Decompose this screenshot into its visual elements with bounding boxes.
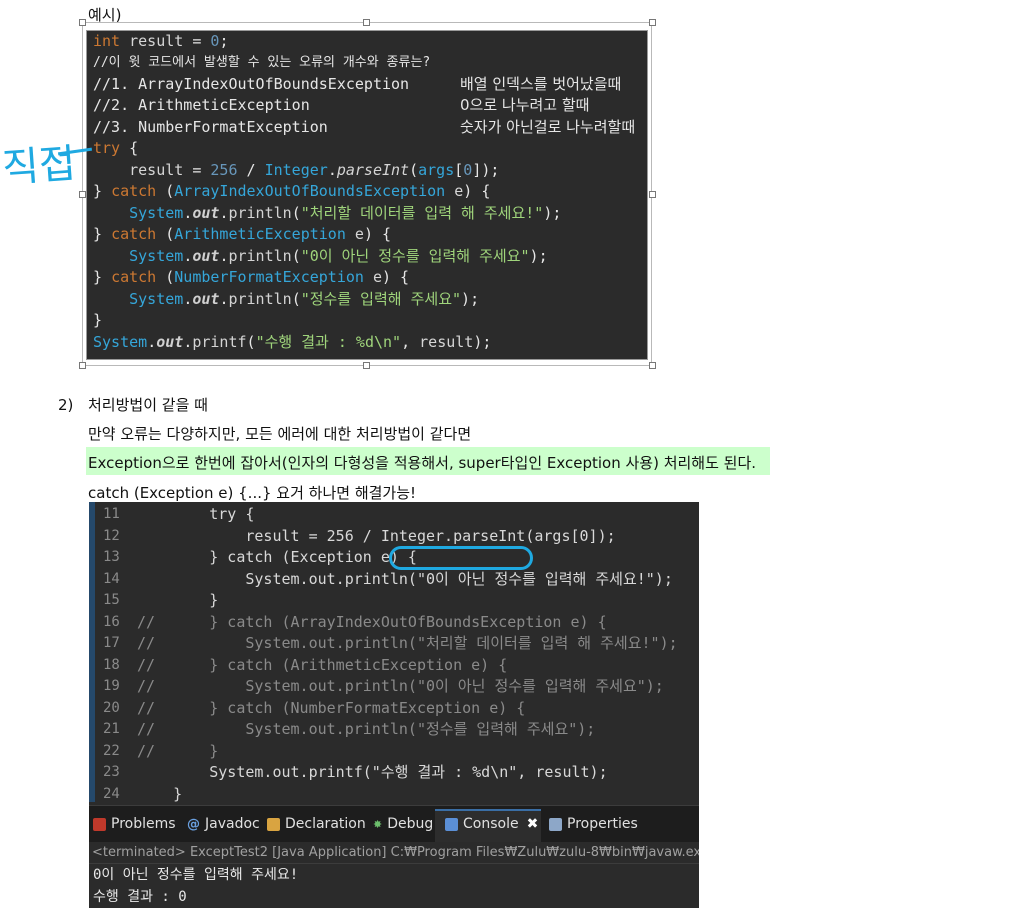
code-text: System.out.println("0이 아닌 정수를 입력해 주세요!")… (137, 569, 673, 588)
editor-line: 17 // System.out.println("처리할 데이터를 입력 해 주… (89, 633, 699, 655)
editor-line: 22 // } (89, 741, 699, 763)
tab-debug[interactable]: ✸ Debug (373, 816, 433, 832)
line-number: 17 (103, 635, 120, 651)
code-line: try { (93, 139, 139, 157)
handwritten-circle (389, 546, 533, 570)
code-line: System.out.println("처리할 데이터를 입력 해 주세요!")… (129, 204, 562, 222)
code-line: } catch (ArithmeticException e) { (93, 225, 392, 243)
code-text: } (137, 784, 183, 803)
code-comment: //2. ArithmeticException (93, 96, 310, 114)
code-text: // System.out.println("정수를 입력해 주세요"); (137, 720, 596, 738)
tab-console[interactable]: Console ✖ (445, 816, 538, 832)
code-text: // } catch (ArrayIndexOutOfBoundsExcepti… (137, 612, 607, 631)
editor-line: 21 // System.out.println("정수를 입력해 주세요"); (89, 719, 699, 741)
editor-line: 16 // } catch (ArrayIndexOutOfBoundsExcep… (89, 612, 699, 634)
problems-icon (93, 817, 106, 831)
line-number: 13 (103, 549, 120, 565)
code-comment: //1. ArrayIndexOutOfBoundsException (93, 75, 410, 93)
tab-properties[interactable]: Properties (549, 816, 638, 832)
resize-handle[interactable] (649, 362, 656, 369)
line-number: 22 (103, 742, 120, 759)
code-line: System.out.println("0이 아닌 정수를 입력해 주세요"); (129, 247, 548, 265)
resize-handle[interactable] (79, 362, 86, 369)
tab-label: Declaration (285, 816, 366, 832)
line-number: 19 (103, 678, 120, 694)
tab-problems[interactable]: Problems (93, 816, 176, 832)
body-line: 만약 오류는 다양하지만, 모든 에러에 대한 처리방법이 같다면 (88, 425, 472, 443)
section-title: 처리방법이 같을 때 (88, 396, 208, 414)
resize-handle[interactable] (649, 191, 656, 198)
line-number: 16 (103, 613, 120, 630)
code-line: int result = 0; (93, 32, 229, 50)
resize-handle[interactable] (649, 19, 656, 26)
editor-line: 18 // } catch (ArithmeticException e) { (89, 655, 699, 677)
editor-line: 23 System.out.printf("수행 결과 : %d\n", res… (89, 762, 699, 784)
editor-line: 12 result = 256 / Integer.parseInt(args[… (89, 526, 699, 548)
line-number: 24 (103, 785, 120, 802)
code-text: // } (137, 741, 219, 760)
code-text: System.out.printf("수행 결과 : %d\n", result… (137, 763, 608, 781)
code-text: result = 256 / Integer.parseInt(args[0])… (137, 526, 616, 545)
console-status-line: <terminated> ExceptTest2 [Java Applicati… (89, 842, 699, 864)
console-output-line: 0이 아닌 정수를 입력해 주세요! (93, 867, 299, 883)
line-number: 15 (103, 592, 120, 608)
code-line: } catch (NumberFormatException e) { (93, 268, 410, 286)
code-comment: //3. NumberFormatException (93, 118, 328, 136)
handwritten-note: 직접 (0, 140, 78, 192)
code-line: result = 256 / Integer.parseInt(args[0])… (129, 161, 500, 179)
tab-label: Console (463, 816, 519, 832)
line-number: 14 (103, 570, 120, 587)
line-number: 23 (103, 764, 120, 780)
javadoc-icon: @ (187, 816, 200, 832)
tab-declaration[interactable]: Declaration (267, 816, 366, 832)
code-line: } catch (ArrayIndexOutOfBoundsException … (93, 182, 491, 200)
code-text: // } catch (ArithmeticException e) { (137, 655, 508, 674)
editor-line: 19 // System.out.println("0이 아닌 정수를 입력해 주… (89, 676, 699, 698)
declaration-icon (267, 817, 280, 831)
editor-line: 24 } (89, 784, 699, 806)
tab-label: Debug (387, 816, 434, 832)
properties-icon (549, 817, 562, 831)
code-line: System.out.printf("수행 결과 : %d\n", result… (93, 333, 492, 351)
section-number: 2) (58, 396, 74, 414)
tab-label: Problems (111, 816, 176, 832)
code-comment: //이 윗 코드에서 발생할 수 있는 오류의 개수와 종류는? (93, 55, 431, 70)
tab-javadoc[interactable]: @ Javadoc (187, 816, 260, 832)
line-number: 18 (103, 656, 120, 673)
code-text: } (137, 591, 219, 609)
editor-line: 11 try { (89, 504, 699, 526)
console-icon (445, 817, 458, 831)
line-number: 21 (103, 721, 120, 737)
line-number: 20 (103, 699, 120, 716)
view-tab-bar: Problems @ Javadoc Declaration ✸ Debug C… (89, 805, 699, 843)
debug-icon: ✸ (373, 817, 383, 831)
editor-line: 15 } (89, 590, 699, 612)
code-line: System.out.println("정수를 입력해 주세요"); (129, 290, 480, 308)
console-output-line: 수행 결과 : 0 (93, 889, 187, 905)
note-text: 배열 인덱스를 벗어났을때 (460, 75, 622, 93)
close-icon[interactable]: ✖ (527, 816, 539, 832)
tab-label: Javadoc (205, 816, 260, 832)
body-line-highlighted: Exception으로 한번에 잡아서(인자의 다형성을 적용해서, super… (88, 454, 757, 472)
ide-screenshot: 11 try {12 result = 256 / Integer.parseI… (89, 502, 699, 908)
note-text: 0으로 나누려고 할때 (460, 96, 590, 114)
resize-handle[interactable] (363, 19, 370, 26)
line-number: 11 (103, 506, 120, 522)
editor-line: 20 // } catch (NumberFormatException e) { (89, 698, 699, 720)
code-line: } (93, 311, 103, 329)
code-text: try { (137, 505, 255, 523)
code-text: // System.out.println("0이 아닌 정수를 입력해 주세요… (137, 677, 664, 695)
editor-line: 14 System.out.println("0이 아닌 정수를 입력해 주세요… (89, 569, 699, 591)
line-number: 12 (103, 527, 120, 544)
resize-handle[interactable] (363, 362, 370, 369)
note-text: 숫자가 아닌걸로 나누려할때 (460, 118, 636, 136)
code-screenshot-1: int result = 0; //이 윗 코드에서 발생할 수 있는 오류의 … (86, 30, 648, 360)
body-line: catch (Exception e) {...} 요거 하나면 해결가능! (88, 484, 417, 502)
code-text: } catch (Exception e) { (137, 548, 417, 566)
code-text: // } catch (NumberFormatException e) { (137, 698, 526, 717)
code-text: // System.out.println("처리할 데이터를 입력 해 주세요… (137, 634, 678, 652)
resize-handle[interactable] (79, 19, 86, 26)
resize-handle[interactable] (79, 191, 86, 198)
tab-label: Properties (567, 816, 638, 832)
